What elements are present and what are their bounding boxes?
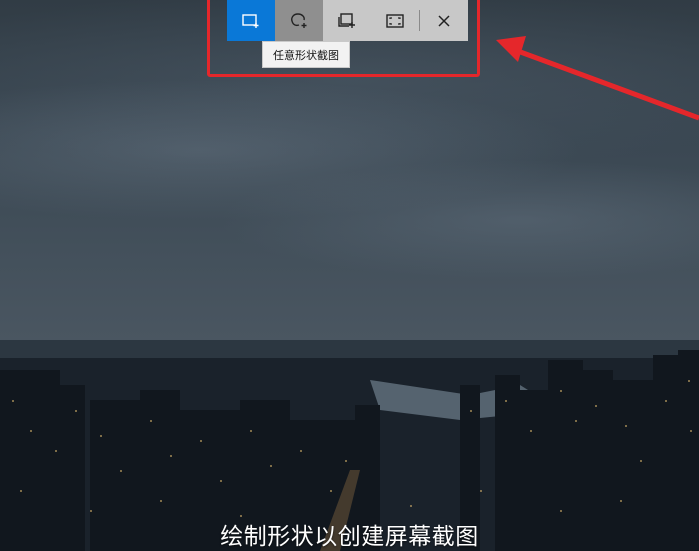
desktop-background: 任意形状截图 绘制形状以创建屏幕截图 (0, 0, 699, 551)
caption-text: 绘制形状以创建屏幕截图 (220, 524, 479, 550)
annotation-arrow (496, 36, 699, 121)
annotation-highlight-box (207, 0, 480, 77)
